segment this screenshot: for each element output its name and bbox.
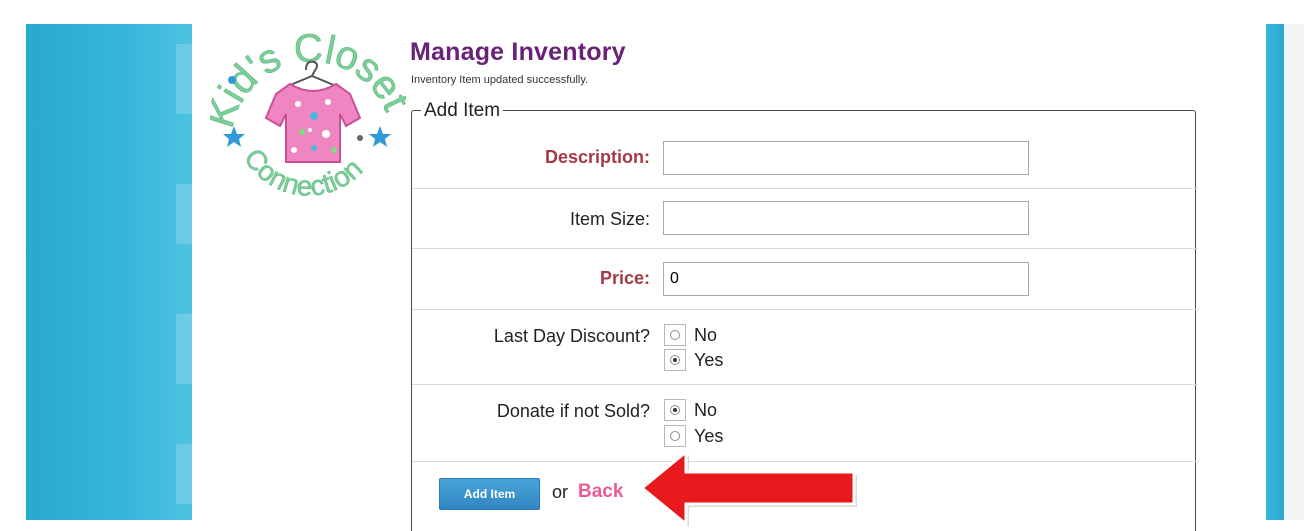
radio-option-label: No xyxy=(694,324,718,345)
fieldset-legend: Add Item xyxy=(421,100,504,122)
flash-message: Inventory Item updated successfully. xyxy=(411,74,589,86)
panel-highlight xyxy=(176,314,192,384)
shirt-icon xyxy=(264,82,362,163)
donate-option-yes[interactable]: Yes xyxy=(664,423,723,449)
description-row: Description: xyxy=(412,128,1198,189)
radio-option-label: Yes xyxy=(694,349,724,370)
logo-dot xyxy=(228,76,236,84)
item-size-input[interactable] xyxy=(663,201,1029,235)
radio-option-label: Yes xyxy=(694,425,724,446)
kids-closet-logo: Kid's Closet Connection xyxy=(210,26,406,198)
price-row: Price: xyxy=(412,249,1198,310)
donate-option-no[interactable]: No xyxy=(664,397,717,423)
last-day-discount-option-no[interactable]: No xyxy=(664,322,717,348)
add-item-button[interactable]: Add Item xyxy=(439,478,540,510)
right-gutter xyxy=(1284,24,1304,520)
price-input[interactable] xyxy=(663,262,1029,296)
item-size-label: Item Size: xyxy=(569,209,650,229)
radio-selected-icon xyxy=(670,355,680,365)
radio-box xyxy=(664,425,686,447)
arrow-left-icon xyxy=(639,448,857,528)
price-label: Price: xyxy=(599,268,650,288)
or-text: or xyxy=(552,482,569,502)
panel-highlight xyxy=(176,184,192,244)
last-day-discount-label: Last Day Discount? xyxy=(493,326,650,346)
back-link[interactable]: Back xyxy=(578,481,623,503)
description-input[interactable] xyxy=(663,141,1029,175)
radio-selected-icon xyxy=(670,405,680,415)
donate-label: Donate if not Sold? xyxy=(496,401,650,421)
star-icon xyxy=(369,126,391,147)
radio-box xyxy=(664,349,686,371)
radio-option-label: No xyxy=(694,399,718,420)
radio-icon xyxy=(670,431,680,441)
item-size-row: Item Size: xyxy=(412,189,1198,249)
radio-icon xyxy=(670,330,680,340)
left-teal-panel xyxy=(26,24,192,520)
radio-box xyxy=(664,399,686,421)
logo-dot xyxy=(357,135,363,141)
panel-highlight xyxy=(176,444,192,504)
panel-highlight xyxy=(176,44,192,114)
radio-box xyxy=(664,324,686,346)
last-day-discount-option-yes[interactable]: Yes xyxy=(664,347,723,373)
right-teal-panel xyxy=(1266,24,1284,520)
screenshot-stage: Kid's Closet Connection xyxy=(0,0,1304,531)
description-label: Description: xyxy=(544,147,650,167)
star-icon xyxy=(223,126,245,147)
last-day-discount-row: Last Day Discount? No Yes xyxy=(412,310,1198,385)
page-title: Manage Inventory xyxy=(410,38,626,66)
